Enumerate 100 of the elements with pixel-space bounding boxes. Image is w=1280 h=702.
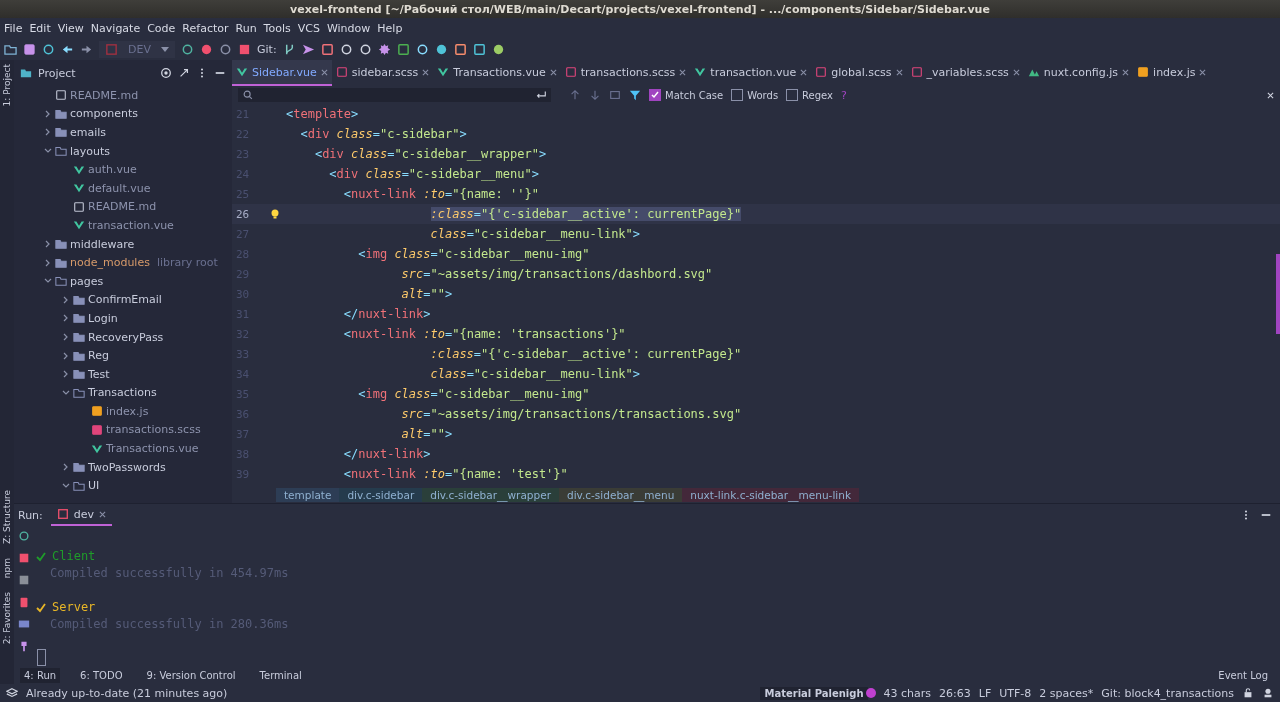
breadcrumb[interactable]: div.c-sidebar xyxy=(339,488,423,503)
editor-tab[interactable]: nuxt.config.js xyxy=(1023,60,1134,86)
settings-icon[interactable] xyxy=(377,42,391,56)
close-icon[interactable] xyxy=(1267,91,1274,99)
tool-window-tab[interactable]: 2: Favorites xyxy=(0,591,14,644)
tree-item[interactable]: transaction.vue xyxy=(14,216,232,235)
lock-icon[interactable] xyxy=(1242,687,1254,699)
tree-item[interactable]: Test xyxy=(14,364,232,384)
close-icon[interactable] xyxy=(320,68,328,76)
folder-icon xyxy=(73,368,85,381)
menu-item[interactable]: Window xyxy=(326,21,371,35)
menu-item[interactable]: VCS xyxy=(297,21,320,35)
close-icon[interactable] xyxy=(1199,68,1207,76)
tree-item[interactable]: README.md xyxy=(14,197,232,217)
editor-tab[interactable]: transactions.scss xyxy=(560,60,691,86)
project-view-dropdown[interactable]: Project xyxy=(38,66,76,80)
tree-item[interactable]: Reg xyxy=(14,346,232,365)
tree-item[interactable]: middleware xyxy=(14,234,232,254)
tool-window-tab[interactable]: Z: Structure xyxy=(0,489,14,544)
window-icon[interactable] xyxy=(609,89,621,101)
menu-item[interactable]: Tools xyxy=(263,21,291,35)
status-item[interactable]: LF xyxy=(978,686,992,700)
editor-tab[interactable]: global.scss xyxy=(811,60,907,86)
theme-indicator[interactable]: Material Palenigh xyxy=(760,686,868,700)
tool-window-tab[interactable]: npm xyxy=(0,557,14,578)
stop-icon[interactable] xyxy=(238,42,251,56)
tree-item[interactable]: pages xyxy=(14,271,232,291)
close-icon[interactable] xyxy=(1122,68,1130,76)
menu-item[interactable]: View xyxy=(57,21,84,35)
editor-tab[interactable]: index.js xyxy=(1133,60,1211,86)
menu-item[interactable]: Run xyxy=(235,21,257,35)
tree-item[interactable]: RecoveryPass xyxy=(14,327,232,347)
tree-item[interactable]: Transactions.vue xyxy=(14,439,232,458)
close-icon[interactable] xyxy=(99,510,107,518)
target-icon[interactable] xyxy=(160,67,172,79)
option-checkbox[interactable]: Regex xyxy=(786,89,833,101)
tree-item[interactable]: emails xyxy=(14,123,232,142)
tree-item[interactable]: components xyxy=(14,104,232,124)
tool-tab[interactable]: 6: TODO xyxy=(76,667,127,683)
folder-icon[interactable] xyxy=(4,42,17,56)
tree-item[interactable]: ConfirmEmail xyxy=(14,290,232,310)
run-tab[interactable]: dev xyxy=(50,504,113,527)
collapse-icon[interactable] xyxy=(178,67,190,79)
close-icon[interactable] xyxy=(679,68,687,76)
editor-tab[interactable]: transaction.vue xyxy=(690,60,812,86)
breadcrumb[interactable]: template xyxy=(276,488,340,503)
breadcrumb[interactable]: div.c-sidebar__menu xyxy=(559,488,683,503)
tool-tab[interactable]: 4: Run xyxy=(20,667,61,683)
code-line: class="c-sidebar__menu-link"> xyxy=(429,227,641,241)
tree-item[interactable]: TwoPasswords xyxy=(14,457,232,477)
tree-item[interactable]: Login xyxy=(14,309,232,328)
status-item[interactable]: 43 chars xyxy=(883,686,932,700)
close-icon[interactable] xyxy=(895,68,903,76)
file-icon xyxy=(73,219,85,232)
status-item[interactable]: 26:63 xyxy=(939,686,971,700)
tool-tab[interactable]: Terminal xyxy=(255,667,306,683)
menu-item[interactable]: Help xyxy=(377,21,403,35)
editor-tab[interactable]: sidebar.scss xyxy=(331,60,434,86)
option-checkbox[interactable]: Match Case xyxy=(649,89,724,101)
close-icon[interactable] xyxy=(422,68,430,76)
layers-icon xyxy=(6,687,18,699)
menu-item[interactable]: Code xyxy=(147,21,176,35)
status-item[interactable]: 2 spaces* xyxy=(1039,686,1094,700)
menu-item[interactable]: Refactor xyxy=(182,21,229,35)
editor-tab[interactable]: _variables.scss xyxy=(906,60,1024,86)
tool-tab[interactable]: 9: Version Control xyxy=(142,667,240,683)
project-tool-tab[interactable]: 1: Project xyxy=(0,64,14,107)
tree-item[interactable]: auth.vue xyxy=(14,160,232,179)
close-icon[interactable] xyxy=(1012,68,1020,76)
option-checkbox[interactable]: Words xyxy=(731,89,779,101)
tree-item[interactable]: default.vue xyxy=(14,178,232,198)
close-icon[interactable] xyxy=(800,68,808,76)
close-icon[interactable] xyxy=(549,68,557,76)
menu-item[interactable]: Navigate xyxy=(90,21,141,35)
tree-item[interactable]: Transactions xyxy=(14,383,232,403)
stop-icon[interactable] xyxy=(18,552,30,565)
tree-item[interactable]: README.md xyxy=(14,86,232,105)
lightbulb-icon[interactable] xyxy=(270,208,280,220)
tree-item[interactable]: node_modules library root xyxy=(14,253,232,272)
tree-item[interactable]: transactions.scss xyxy=(14,420,232,440)
breadcrumb[interactable]: div.c-sidebar__wrapper xyxy=(422,488,559,503)
tree-item[interactable]: index.js xyxy=(14,402,232,421)
menu-item[interactable]: File xyxy=(4,21,23,35)
event-log-button[interactable]: Event Log xyxy=(1218,669,1268,681)
code-line: <div class="c-sidebar"> xyxy=(299,127,467,141)
down-arrow-icon[interactable] xyxy=(589,89,601,101)
status-item[interactable]: Git: block4_transactions xyxy=(1101,686,1234,700)
menu-item[interactable]: Edit xyxy=(29,21,51,35)
editor-tab[interactable]: Sidebar.vue xyxy=(232,60,332,86)
filter-icon[interactable] xyxy=(629,89,641,101)
push-icon[interactable] xyxy=(301,42,315,56)
scrollbar-thumb[interactable] xyxy=(1276,254,1280,334)
search-field[interactable] xyxy=(238,88,551,102)
tree-item[interactable]: layouts xyxy=(14,141,232,161)
status-item[interactable]: UTF-8 xyxy=(999,686,1032,700)
up-arrow-icon[interactable] xyxy=(569,89,581,101)
tree-item[interactable]: UI xyxy=(14,476,232,496)
editor-tab[interactable]: Transactions.vue xyxy=(433,60,561,86)
pin-icon[interactable] xyxy=(18,640,30,653)
breadcrumb[interactable]: nuxt-link.c-sidebar__menu-link xyxy=(682,488,859,503)
